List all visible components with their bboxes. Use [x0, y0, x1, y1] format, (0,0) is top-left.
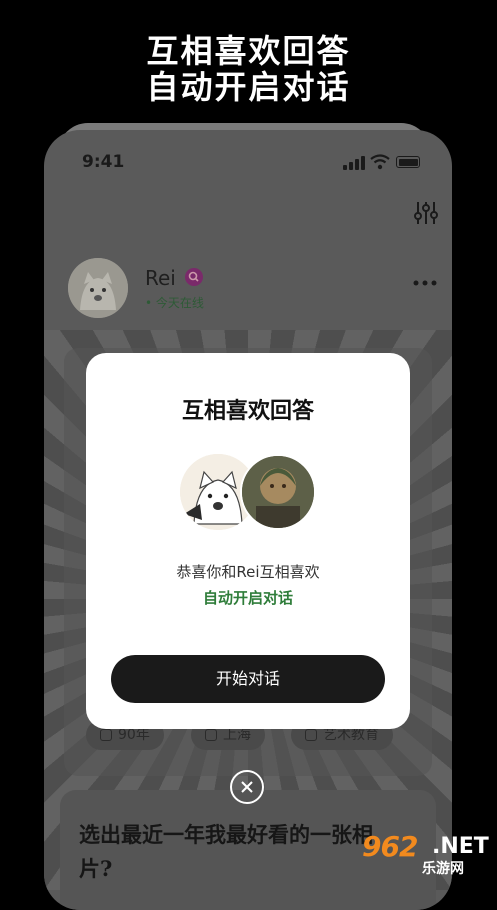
watermark-domain: .NET — [432, 834, 489, 859]
status-bar: 9:41 — [44, 130, 452, 180]
modal-message: 恭喜你和Rei互相喜欢 — [176, 563, 320, 581]
close-modal-button[interactable] — [230, 770, 264, 804]
verified-badge-icon — [185, 268, 203, 286]
tag-label: 90年 — [118, 727, 150, 743]
start-chat-button[interactable]: 开始对话 — [111, 655, 385, 703]
profile-name: Rei — [145, 266, 176, 290]
cat-avatar-icon — [68, 258, 128, 318]
signal-icon — [343, 156, 365, 170]
location-icon — [205, 729, 217, 741]
battery-icon — [396, 156, 420, 168]
briefcase-icon — [305, 729, 317, 741]
modal-title: 互相喜欢回答 — [181, 398, 314, 424]
profile-avatar[interactable] — [68, 258, 128, 318]
watermark-site: 乐游网 — [422, 861, 464, 877]
status-time: 9:41 — [82, 152, 125, 172]
sprout-icon — [100, 729, 112, 741]
mutual-like-modal: 互相喜欢回答 恭喜你和Rei互相喜欢 自动开启对话 开始对话 — [86, 353, 410, 729]
headline-line-2: 自动开启对话 — [146, 68, 351, 106]
modal-subtitle: 自动开启对话 — [202, 589, 293, 607]
wifi-icon — [370, 154, 390, 170]
watermark-number: 962 — [362, 830, 418, 863]
question-text: 选出最近一年我最好看的一张相片? — [79, 822, 373, 881]
filter-settings-icon[interactable] — [414, 200, 438, 226]
tag-label: 上海 — [223, 727, 251, 743]
online-status: • 今天在线 — [145, 296, 204, 310]
portrait-avatar-icon — [242, 456, 314, 528]
match-avatar — [240, 454, 316, 530]
watermark-logo: 962 .NET 乐游网 — [362, 826, 492, 878]
tag-label: 艺术教育 — [323, 727, 379, 743]
close-icon — [241, 781, 253, 793]
more-options-icon[interactable] — [413, 280, 437, 286]
